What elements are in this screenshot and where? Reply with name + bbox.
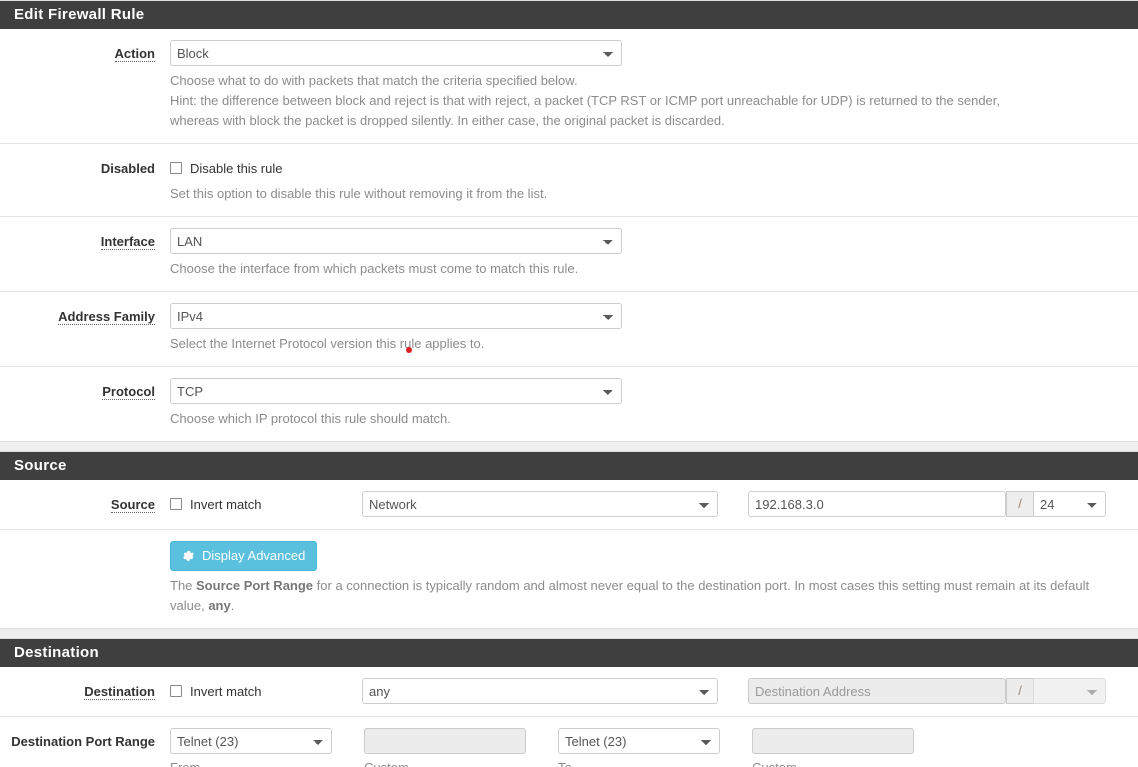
address-family-select[interactable]: IPv4 [170, 303, 622, 329]
destination-invert-match-checkbox[interactable] [170, 685, 182, 697]
field-row-protocol: Protocol TCP Choose which IP protocol th… [0, 367, 1138, 441]
destination-address-group: / [748, 678, 1106, 704]
source-panel: Source Source Invert match Network / [0, 451, 1138, 629]
protocol-label: Protocol [0, 378, 170, 400]
destination-control: Invert match any / [170, 678, 1138, 704]
source-slash-separator: / [1006, 491, 1033, 517]
field-row-destination-port-range: Destination Port Range Telnet (23) From … [0, 717, 1138, 767]
destination-invert-match-label[interactable]: Invert match [190, 684, 262, 699]
action-label: Action [0, 40, 170, 62]
destination-label-text: Destination [84, 684, 155, 700]
source-label: Source [0, 491, 170, 513]
source-help-bold2: any [208, 598, 231, 613]
disabled-label: Disabled [0, 155, 170, 176]
field-row-destination: Destination Invert match any / [0, 667, 1138, 717]
protocol-help: Choose which IP protocol this rule shoul… [170, 411, 451, 426]
source-control: Invert match Network / 24 [170, 491, 1138, 517]
destination-port-from-sublabel: From [170, 760, 332, 767]
port-to-custom-column: Custom [752, 728, 914, 767]
display-advanced-button-label: Display Advanced [202, 548, 306, 563]
field-row-disabled: Disabled Disable this rule Set this opti… [0, 144, 1138, 217]
destination-port-range-label: Destination Port Range [0, 728, 170, 749]
field-row-action: Action Block Choose what to do with pack… [0, 29, 1138, 144]
panel-divider-source [0, 442, 1138, 451]
source-advanced-spacer [0, 541, 170, 547]
address-family-label: Address Family [0, 303, 170, 325]
destination-port-range-row: Telnet (23) From Custom Telnet (23) To [170, 728, 1138, 767]
disable-rule-checkbox[interactable] [170, 162, 182, 174]
panel-divider-destination [0, 629, 1138, 638]
action-label-text: Action [114, 46, 155, 62]
disable-rule-checkbox-label[interactable]: Disable this rule [190, 161, 283, 176]
destination-port-to-custom-input [752, 728, 914, 754]
destination-port-from-select[interactable]: Telnet (23) [170, 728, 332, 754]
source-address-input[interactable] [748, 491, 1006, 517]
port-from-custom-column: Custom [364, 728, 526, 767]
protocol-select[interactable]: TCP [170, 378, 622, 404]
destination-type-select[interactable]: any [362, 678, 718, 704]
destination-port-to-select[interactable]: Telnet (23) [558, 728, 720, 754]
disable-rule-checkbox-row[interactable]: Disable this rule [170, 155, 1138, 179]
source-inline-row: Invert match Network / 24 [170, 491, 1138, 517]
destination-slash-separator: / [1006, 678, 1033, 704]
firewall-rule-edit-page: Edit Firewall Rule Action Block Choose w… [0, 0, 1138, 767]
source-type-select[interactable]: Network [362, 491, 718, 517]
field-row-source: Source Invert match Network / 24 [0, 480, 1138, 530]
destination-port-from-custom-input [364, 728, 526, 754]
interface-help: Choose the interface from which packets … [170, 261, 579, 276]
action-control: Block Choose what to do with packets tha… [170, 40, 1138, 131]
disabled-label-text: Disabled [100, 161, 155, 176]
action-help-line1: Choose what to do with packets that matc… [170, 73, 578, 88]
destination-label: Destination [0, 678, 170, 700]
source-port-range-help: The Source Port Range for a connection i… [170, 576, 1115, 616]
destination-invert-wrap[interactable]: Invert match [170, 684, 362, 699]
cursor-position-marker [406, 347, 412, 353]
protocol-label-text: Protocol [102, 384, 155, 400]
interface-label-text: Interface [100, 234, 155, 250]
interface-control: LAN Choose the interface from which pack… [170, 228, 1138, 279]
action-select[interactable]: Block [170, 40, 622, 66]
source-invert-wrap[interactable]: Invert match [170, 497, 362, 512]
source-heading: Source [0, 452, 1138, 480]
destination-cidr-select [1033, 678, 1106, 704]
source-label-text: Source [110, 497, 155, 513]
field-row-interface: Interface LAN Choose the interface from … [0, 217, 1138, 292]
port-to-column: Telnet (23) To [558, 728, 720, 767]
disabled-help: Set this option to disable this rule wit… [170, 186, 548, 201]
address-family-label-text: Address Family [58, 309, 155, 325]
source-help-bold1: Source Port Range [196, 578, 314, 593]
destination-port-from-custom-sublabel: Custom [364, 760, 526, 767]
action-help-line3: whereas with block the packet is dropped… [170, 113, 725, 128]
disabled-control: Disable this rule Set this option to dis… [170, 155, 1138, 204]
gear-icon [181, 549, 195, 563]
port-from-column: Telnet (23) From [170, 728, 332, 767]
source-invert-match-checkbox[interactable] [170, 498, 182, 510]
source-address-group: / 24 [748, 491, 1106, 517]
edit-firewall-rule-heading: Edit Firewall Rule [0, 1, 1138, 29]
action-help-line2: Hint: the difference between block and r… [170, 93, 1001, 108]
address-family-control: IPv4 Select the Internet Protocol versio… [170, 303, 1138, 354]
interface-select[interactable]: LAN [170, 228, 622, 254]
action-help: Choose what to do with packets that matc… [170, 71, 1115, 131]
edit-firewall-rule-panel: Edit Firewall Rule Action Block Choose w… [0, 0, 1138, 442]
source-cidr-select[interactable]: 24 [1033, 491, 1106, 517]
field-row-address-family: Address Family IPv4 Select the Internet … [0, 292, 1138, 367]
destination-inline-row: Invert match any / [170, 678, 1138, 704]
destination-port-to-sublabel: To [558, 760, 720, 767]
protocol-control: TCP Choose which IP protocol this rule s… [170, 378, 1138, 429]
display-advanced-button[interactable]: Display Advanced [170, 541, 318, 571]
source-help-post: . [230, 598, 235, 613]
destination-port-to-custom-sublabel: Custom [752, 760, 914, 767]
field-row-source-advanced: Display Advanced The Source Port Range f… [0, 530, 1138, 628]
destination-heading: Destination [0, 639, 1138, 667]
destination-port-range-label-text: Destination Port Range [11, 734, 155, 749]
source-help-pre: The [170, 578, 197, 593]
destination-address-input [748, 678, 1006, 704]
source-advanced-control: Display Advanced The Source Port Range f… [170, 541, 1138, 616]
destination-port-range-control: Telnet (23) From Custom Telnet (23) To [170, 728, 1138, 767]
address-family-help: Select the Internet Protocol version thi… [170, 336, 485, 351]
source-invert-match-label[interactable]: Invert match [190, 497, 262, 512]
destination-panel: Destination Destination Invert match any… [0, 638, 1138, 767]
interface-label: Interface [0, 228, 170, 250]
